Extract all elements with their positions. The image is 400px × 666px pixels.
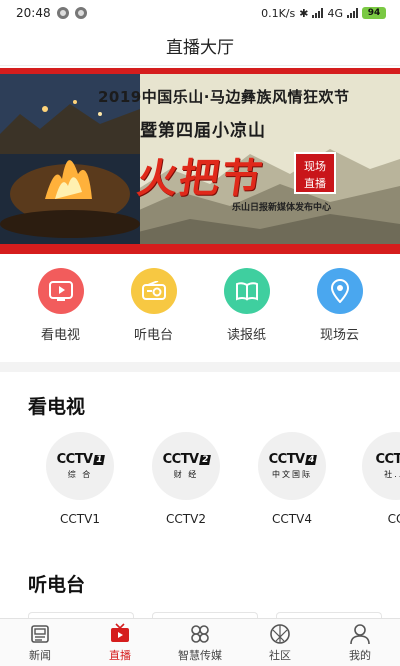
cctv-logo: CCTV 2 财 经 — [152, 432, 220, 500]
live-badge-line2: 直播 — [304, 177, 326, 190]
cctv-logo-text: CCTV — [375, 452, 400, 467]
cctv-logo-number: 4 — [304, 454, 317, 465]
live-badge: 现场 直播 — [294, 152, 336, 194]
signal-icon — [312, 8, 324, 18]
nav-tab-live[interactable]: 直播 — [84, 622, 156, 663]
status-left: 20:48 — [16, 6, 87, 20]
radio-section-title: 听电台 — [28, 574, 86, 596]
cctv-logo: CCTV 4 中文国际 — [258, 432, 326, 500]
play-icon — [37, 268, 84, 314]
section-divider — [0, 362, 400, 372]
cctv-logo: CCTV 1 综 合 — [46, 432, 114, 500]
book-icon — [223, 268, 270, 314]
quick-nav-listen-radio[interactable]: 听电台 — [114, 268, 194, 358]
quick-nav-watch-tv[interactable]: 看电视 — [21, 268, 101, 358]
channel-label: CC — [387, 512, 400, 526]
community-icon — [270, 623, 290, 644]
nav-tab-label: 智慧传媒 — [178, 648, 222, 662]
cctv-logo-text: CCTV — [268, 452, 306, 467]
event-banner[interactable]: 2019中国乐山·马边彝族风情狂欢节 暨第四届小凉山 火把节 现场 直播 乐山日… — [0, 68, 400, 254]
status-time: 20:48 — [16, 6, 51, 20]
smart-media-icon — [191, 624, 209, 643]
quick-nav: 看电视 听电台 读报纸 现场云 — [0, 268, 400, 358]
banner-subheadline: 暨第四届小凉山 — [140, 121, 266, 141]
radio-icon — [130, 268, 177, 314]
channel-item-cctv4[interactable]: CCTV 4 中文国际 CCTV4 — [252, 432, 332, 526]
cctv-logo: CCTV 社... — [362, 432, 400, 500]
nav-tab-profile[interactable]: 我的 — [324, 623, 396, 663]
banner-credit: 乐山日报新媒体发布中心 — [232, 203, 332, 213]
nav-tab-label: 社区 — [269, 648, 291, 662]
banner-torch-title: 火把节 — [134, 155, 267, 202]
nav-tab-community[interactable]: 社区 — [244, 623, 316, 663]
bottom-nav: 新闻 直播 智慧传媒 社区 我的 — [0, 618, 400, 666]
nav-tab-label: 直播 — [109, 648, 131, 662]
cctv-logo-number: 2 — [198, 454, 211, 465]
channel-item-cctv1[interactable]: CCTV 1 综 合 CCTV1 — [40, 432, 120, 526]
cctv-logo-text: CCTV — [162, 452, 200, 467]
banner-stripe — [0, 244, 400, 254]
news-icon — [31, 624, 49, 643]
channel-item-partial[interactable]: CCTV 社... CC — [356, 432, 400, 526]
nav-tab-label: 新闻 — [29, 648, 51, 662]
cctv-logo-sub: 社... — [384, 470, 400, 479]
quick-nav-label: 读报纸 — [226, 328, 266, 343]
channel-item-cctv2[interactable]: CCTV 2 财 经 CCTV2 — [146, 432, 226, 526]
location-pin-icon — [316, 268, 363, 314]
quick-nav-label: 看电视 — [40, 328, 80, 343]
cctv-logo-mark: CCTV 1 — [56, 452, 105, 467]
banner-headline: 2019中国乐山·马边彝族风情狂欢节 — [98, 88, 350, 106]
quick-nav-label: 现场云 — [319, 328, 359, 343]
status-bar: 20:48 0.1K/s ✱ 4G 94 — [0, 0, 400, 26]
tv-section-title: 看电视 — [28, 396, 86, 418]
nav-tab-news[interactable]: 新闻 — [4, 623, 76, 663]
battery-icon: 94 — [362, 7, 386, 19]
nav-tab-label: 我的 — [349, 648, 371, 662]
cctv-logo-mark: CCTV 4 — [268, 452, 317, 467]
page-title-bar: 直播大厅 — [0, 26, 400, 66]
channel-label: CCTV4 — [272, 512, 312, 526]
quick-nav-read-paper[interactable]: 读报纸 — [207, 268, 287, 358]
cctv-logo-sub: 中文国际 — [272, 470, 312, 479]
status-right: 0.1K/s ✱ 4G 94 — [261, 7, 386, 20]
notification-icon — [74, 7, 87, 19]
live-badge-line1: 现场 — [304, 160, 326, 173]
network-type: 4G — [327, 6, 343, 20]
cctv-logo-text: CCTV — [56, 452, 94, 467]
profile-icon — [350, 623, 370, 644]
cctv-logo-sub: 综 合 — [67, 470, 93, 479]
nav-tab-smart-media[interactable]: 智慧传媒 — [164, 623, 236, 663]
channel-label: CCTV2 — [166, 512, 206, 526]
cctv-logo-mark: CCTV — [375, 452, 400, 467]
channel-label: CCTV1 — [60, 512, 100, 526]
notification-icon — [56, 7, 69, 19]
page-title: 直播大厅 — [166, 38, 234, 58]
quick-nav-label: 听电台 — [133, 328, 173, 343]
tv-channel-row: CCTV 1 综 合 CCTV1 CCTV 2 财 经 CCTV2 CCTV 4 中文… — [0, 432, 400, 532]
network-speed: 0.1K/s — [261, 6, 296, 20]
signal-icon — [347, 8, 358, 18]
cctv-logo-mark: CCTV 2 — [162, 452, 211, 467]
quick-nav-live-cloud[interactable]: 现场云 — [300, 268, 380, 358]
cctv-logo-number: 1 — [92, 454, 105, 465]
cctv-logo-sub: 财 经 — [173, 470, 199, 479]
bluetooth-icon: ✱ — [299, 6, 309, 20]
live-tv-icon — [111, 622, 129, 642]
